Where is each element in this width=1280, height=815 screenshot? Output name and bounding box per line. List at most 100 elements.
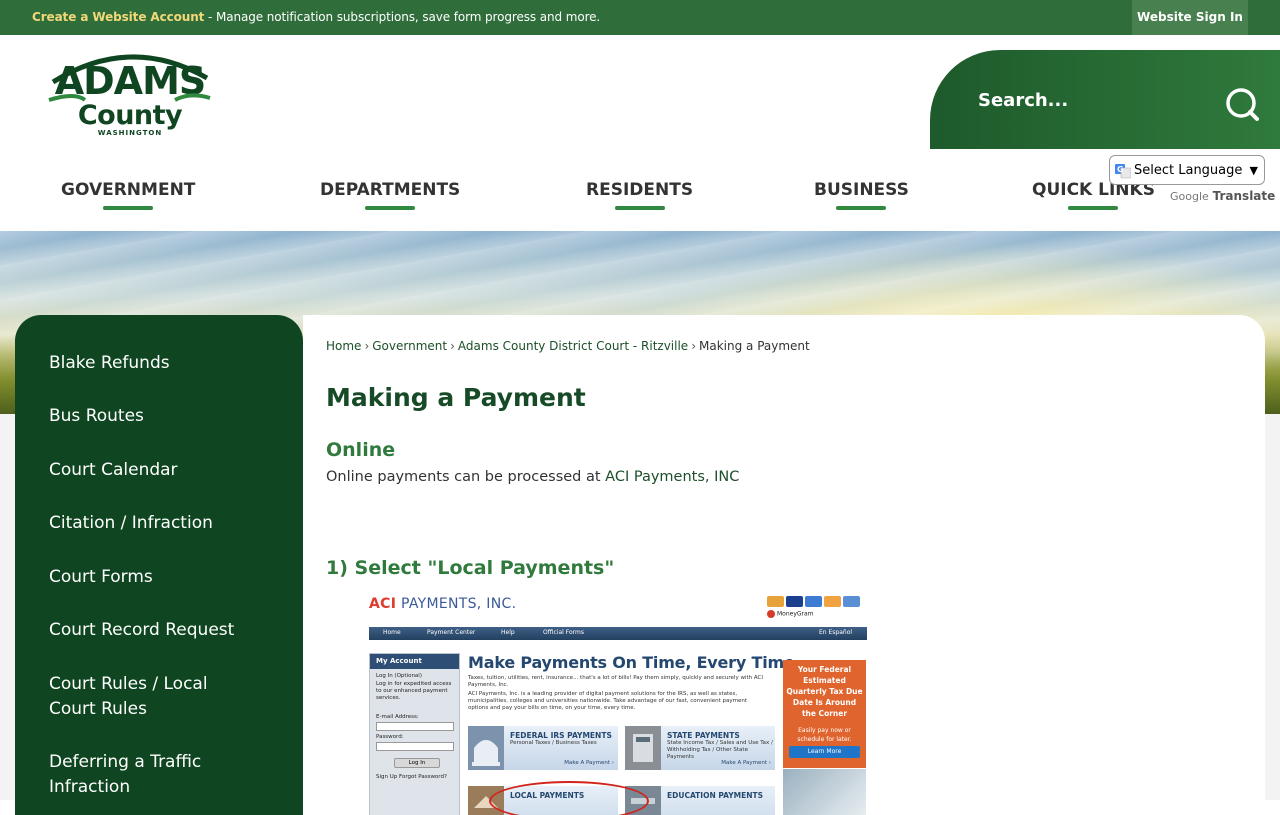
- create-account-link[interactable]: Create a Website Account: [32, 10, 204, 24]
- sidebar-item-citation-infraction[interactable]: Citation / Infraction: [49, 511, 279, 536]
- aci-promo-sub: Easily pay now or schedule for later.: [797, 727, 852, 743]
- aci-nav-help: Help: [501, 629, 515, 636]
- aci-about-text: ACI Payments, Inc. is a leading provider…: [468, 691, 748, 711]
- aci-password-label: Password:: [376, 734, 404, 740]
- aci-nav-home: Home: [383, 629, 401, 636]
- aci-tile-state: STATE PAYMENTS State Income Tax / Sales …: [625, 726, 775, 770]
- calculator-photo: [783, 769, 866, 815]
- nav-label: GOVERNMENT: [61, 180, 196, 200]
- search-icon[interactable]: [1224, 86, 1260, 122]
- online-payment-text: Online payments can be processed at ACI …: [326, 469, 739, 485]
- logo-line3: WASHINGTON: [98, 129, 162, 137]
- aci-login-button: Log In: [394, 758, 440, 768]
- breadcrumb-separator: ›: [364, 339, 370, 353]
- aci-login-label: Log In (Optional): [376, 673, 422, 679]
- nav-government[interactable]: GOVERNMENT: [61, 180, 195, 210]
- aci-tile-federal-title: FEDERAL IRS PAYMENTS: [510, 731, 612, 740]
- sidebar-item-bus-routes[interactable]: Bus Routes: [49, 404, 279, 429]
- aci-headline: Make Payments On Time, Every Time: [468, 653, 795, 672]
- breadcrumb-home[interactable]: Home: [326, 339, 361, 353]
- mastercard-icon: [767, 596, 784, 607]
- aci-tile-state-title: STATE PAYMENTS: [667, 731, 740, 740]
- chevron-down-icon: ▼: [1249, 164, 1258, 177]
- search-input[interactable]: [978, 80, 1208, 120]
- sidebar-item-court-calendar[interactable]: Court Calendar: [49, 458, 279, 483]
- nav-underline: [103, 206, 154, 210]
- aci-tile-federal: FEDERAL IRS PAYMENTS Personal Taxes / Bu…: [468, 726, 618, 770]
- nav-underline: [1068, 206, 1119, 210]
- aci-payments-screenshot: ACI PAYMENTS, INC. MoneyGram Home Paymen…: [369, 591, 867, 815]
- online-payment-text-prefix: Online payments can be processed at: [326, 469, 606, 485]
- aci-tile-education-title: EDUCATION PAYMENTS: [667, 791, 764, 800]
- sidebar-item-blake-refunds[interactable]: Blake Refunds: [49, 351, 279, 376]
- breadcrumb-government[interactable]: Government: [372, 339, 447, 353]
- logo-icon: ADAMS County WASHINGTON: [48, 54, 211, 137]
- paypal-icon: [843, 596, 860, 607]
- aci-nav-official-forms: Official Forms: [543, 629, 584, 636]
- step-1-title: 1) Select "Local Payments": [326, 557, 615, 579]
- breadcrumb: Home › Government › Adams County District Co…: [326, 339, 810, 353]
- translate-link[interactable]: Translate: [1213, 189, 1276, 203]
- search-panel: [930, 50, 1280, 149]
- breadcrumb-separator: ›: [450, 339, 455, 353]
- breadcrumb-separator: ›: [691, 339, 696, 353]
- aci-payments-link[interactable]: ACI Payments, INC: [605, 469, 739, 485]
- account-message-text: - Manage notification subscriptions, sav…: [204, 10, 601, 24]
- nav-label: BUSINESS: [814, 180, 909, 200]
- sidebar-item-court-forms[interactable]: Court Forms: [49, 565, 279, 590]
- logo-line2: County: [78, 100, 183, 131]
- amex-icon: [805, 596, 822, 607]
- aci-tile-federal-sub: Personal Taxes / Business Taxes: [510, 740, 597, 746]
- nav-departments[interactable]: DEPARTMENTS: [320, 180, 460, 210]
- breadcrumb-current: Making a Payment: [699, 339, 810, 353]
- aci-nav-payment-center: Payment Center: [427, 629, 476, 636]
- aci-signup-text: Sign Up Forgot Password?: [376, 774, 447, 780]
- sidebar-item-court-record-request[interactable]: Court Record Request: [49, 618, 279, 643]
- breadcrumb-district-court[interactable]: Adams County District Court - Ritzville: [458, 339, 688, 353]
- aci-tile-state-sub: State Income Tax / Sales and Use Tax / W…: [667, 740, 773, 760]
- sidebar-item-court-rules[interactable]: Court Rules / Local Court Rules: [49, 672, 229, 722]
- main-content: Home › Government › Adams County District Co…: [303, 315, 1265, 815]
- website-sign-in-button[interactable]: Website Sign In: [1132, 0, 1248, 35]
- nav-underline: [614, 206, 665, 210]
- aci-nav-espanol: En Español: [819, 629, 853, 636]
- discover-icon: [824, 596, 841, 607]
- aci-logo: ACI PAYMENTS, INC.: [369, 596, 516, 612]
- visa-icon: [786, 596, 803, 607]
- nav-business[interactable]: BUSINESS: [814, 180, 909, 210]
- top-bar: Create a Website Account - Manage notifi…: [0, 0, 1280, 35]
- main-nav: GOVERNMENT DEPARTMENTS RESIDENTS BUSINES…: [0, 170, 1280, 220]
- aci-promo-title: Your Federal Estimated Quarterly Tax Due…: [786, 665, 863, 718]
- nav-label: RESIDENTS: [586, 180, 694, 200]
- google-translate-icon: G: [1115, 164, 1131, 179]
- moneygram-logo: MoneyGram: [767, 610, 814, 618]
- sidebar-item-deferring-traffic-infraction[interactable]: Deferring a Traffic Infraction: [49, 750, 229, 800]
- nav-label: DEPARTMENTS: [320, 180, 461, 200]
- page-title: Making a Payment: [326, 383, 586, 412]
- language-select[interactable]: G Select Language ▼: [1109, 155, 1265, 185]
- highlight-circle: [489, 781, 649, 815]
- nav-underline: [365, 206, 416, 210]
- moneygram-label: MoneyGram: [777, 610, 814, 618]
- aci-password-field: [376, 742, 454, 751]
- aci-email-label: E-mail Address:: [376, 714, 419, 720]
- google-wordmark: Google: [1170, 190, 1209, 203]
- nav-residents[interactable]: RESIDENTS: [586, 180, 693, 210]
- aci-tile-federal-link: Make A Payment ›: [564, 760, 614, 766]
- aci-login-desc: Log in for expedited access to our enhan…: [376, 681, 452, 701]
- moneygram-icon: [767, 610, 775, 618]
- aci-intro-text: Taxes, tuition, utilities, rent, insuran…: [468, 675, 764, 688]
- aci-account-panel: My Account Log In (Optional) Log in for …: [369, 653, 460, 815]
- language-select-label: Select Language: [1134, 163, 1243, 178]
- section-title-online: Online: [326, 439, 396, 461]
- account-message: Create a Website Account - Manage notifi…: [32, 10, 600, 24]
- sidebar: Blake Refunds Bus Routes Court Calendar …: [15, 315, 303, 815]
- aci-logo-rest: PAYMENTS, INC.: [396, 596, 517, 612]
- adams-county-logo[interactable]: ADAMS County WASHINGTON: [45, 42, 215, 138]
- aci-learn-more-button: Learn More: [789, 746, 860, 758]
- svg-text:G: G: [1117, 165, 1124, 174]
- nav-underline: [836, 206, 887, 210]
- aci-logo-brand: ACI: [369, 596, 397, 612]
- powered-by-google: Google Translate: [1170, 189, 1275, 203]
- aci-nav: Home Payment Center Help Official Forms …: [369, 627, 867, 640]
